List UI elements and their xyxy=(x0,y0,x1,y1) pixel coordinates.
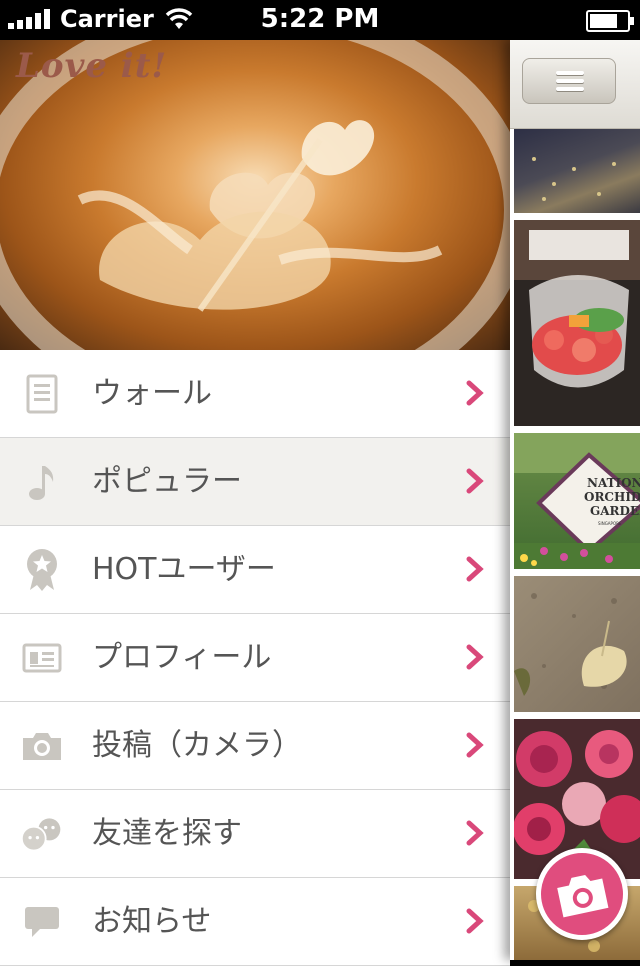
feed-thumbnail-dessert-glass[interactable] xyxy=(514,220,640,426)
chevron-right-icon xyxy=(466,908,484,934)
menu-item-label: プロフィール xyxy=(92,640,272,675)
status-time: 5:22 PM xyxy=(260,4,380,34)
chevron-right-icon xyxy=(466,468,484,494)
menu-item-label: お知らせ xyxy=(92,904,212,939)
speech-bubble-icon xyxy=(20,900,64,944)
hero-latte-image: Love it! xyxy=(0,40,510,350)
chevron-right-icon xyxy=(466,732,484,758)
menu-toggle-button[interactable] xyxy=(522,58,616,104)
feed-toolbar xyxy=(510,40,640,129)
menu-item-label: 友達を探す xyxy=(92,816,242,851)
menu-item-hot-users[interactable]: HOTユーザー xyxy=(0,526,510,614)
award-ribbon-icon xyxy=(20,548,64,592)
app-logo: Love it! xyxy=(16,46,168,86)
menu-item-notifications[interactable]: お知らせ xyxy=(0,878,510,966)
feed-thumbnail-street-night[interactable] xyxy=(514,129,640,213)
music-note-icon xyxy=(20,460,64,504)
feed-panel[interactable]: NATIONAL ORCHID GARDEN SINGAPORE xyxy=(510,40,640,960)
sign-text-singapore: SINGAPORE xyxy=(598,521,622,526)
sign-text-orchid: ORCHID xyxy=(584,490,640,504)
menu-item-wall[interactable]: ウォール xyxy=(0,350,510,438)
id-card-icon xyxy=(20,636,64,680)
menu-item-post-camera[interactable]: 投稿（カメラ） xyxy=(0,702,510,790)
sign-text-national: NATIONAL xyxy=(587,476,640,490)
side-menu: Love it! ウォール ポピュラー HOTユーザー プロフィール 投稿（カメ… xyxy=(0,40,510,966)
sign-text-garden: GARDEN xyxy=(590,504,640,518)
document-icon xyxy=(20,372,64,416)
menu-item-label: ポピュラー xyxy=(92,464,242,499)
status-bar: Carrier 5:22 PM xyxy=(0,0,640,40)
menu-item-find-friends[interactable]: 友達を探す xyxy=(0,790,510,878)
latte-art-heart xyxy=(77,120,443,312)
friends-faces-icon xyxy=(20,812,64,856)
menu-item-popular[interactable]: ポピュラー xyxy=(0,438,510,526)
camera-icon xyxy=(557,874,609,918)
camera-icon xyxy=(20,724,64,768)
chevron-right-icon xyxy=(466,644,484,670)
chevron-right-icon xyxy=(466,820,484,846)
chevron-right-icon xyxy=(466,556,484,582)
chevron-right-icon xyxy=(466,380,484,406)
menu-list: ウォール ポピュラー HOTユーザー プロフィール 投稿（カメラ） 友達を探す … xyxy=(0,350,510,966)
menu-item-label: 投稿（カメラ） xyxy=(92,728,302,763)
menu-item-profile[interactable]: プロフィール xyxy=(0,614,510,702)
menu-item-label: ウォール xyxy=(92,376,212,411)
battery-level xyxy=(590,14,617,28)
feed-thumbnail-ginkgo-leaf[interactable] xyxy=(514,576,640,712)
feed-thumbnail-national-orchid-garden[interactable]: NATIONAL ORCHID GARDEN SINGAPORE xyxy=(514,433,640,569)
menu-item-label: HOTユーザー xyxy=(92,552,276,587)
battery-icon xyxy=(586,10,634,32)
camera-post-button[interactable] xyxy=(536,848,628,940)
